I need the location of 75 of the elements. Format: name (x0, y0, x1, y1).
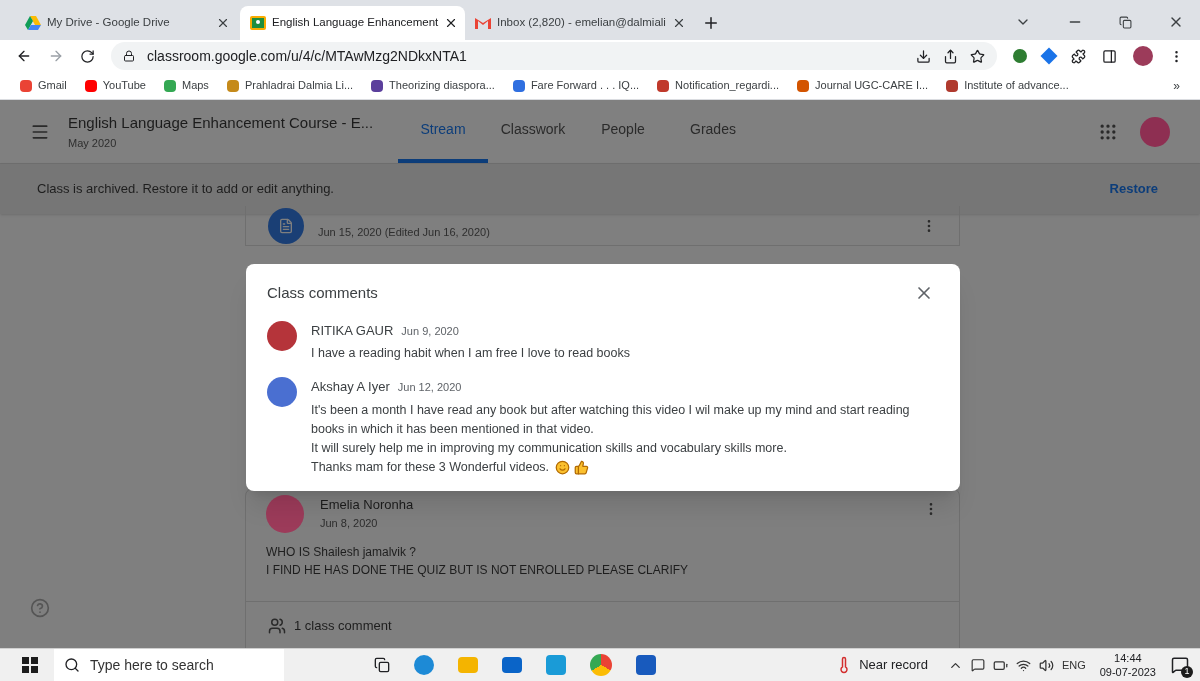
thumbs-up-icon (574, 459, 590, 475)
new-tab-icon[interactable] (702, 14, 720, 32)
comment-author: RITIKA GAUR (311, 321, 394, 340)
bookmark[interactable]: Theorizing diaspora... (371, 77, 495, 94)
class-title: English Language Enhancement Course - E... (68, 113, 375, 133)
tab-title: English Language Enhancement (272, 15, 439, 31)
bookmark[interactable]: Maps (163, 77, 209, 94)
bookmark-star-icon[interactable] (970, 48, 985, 64)
tray-app-icon[interactable] (970, 658, 985, 672)
search-placeholder: Type here to search (90, 655, 214, 675)
url-text: classroom.google.com/u/4/c/MTAwMzg2NDkxNTA1 (147, 46, 468, 66)
comment-date: Jun 9, 2020 (401, 323, 459, 339)
nav-tab[interactable]: People (578, 100, 668, 163)
notification-button[interactable]: 1 (1170, 655, 1190, 675)
extensions-icon[interactable] (1071, 48, 1086, 64)
bookmark[interactable]: Prahladrai Dalmia Li... (226, 77, 354, 94)
comment-date: Jun 12, 2020 (397, 380, 462, 395)
author-name: Emelia Noronha (320, 496, 415, 514)
drive-icon (25, 16, 41, 30)
address-field[interactable]: classroom.google.com/u/4/c/MTAwMzg2NDkxNTA1 (111, 42, 997, 70)
reload-icon[interactable] (80, 48, 95, 64)
clock-date[interactable]: 09-07-2023 (1099, 665, 1156, 679)
bookmark[interactable]: Gmail (20, 77, 67, 94)
comment-text: Thanks mam for these 3 Wonderful videos. (311, 458, 550, 476)
comment-text: It will surely help me in improving my communication skills and vocabulary skills more. (311, 439, 787, 457)
wifi-icon[interactable] (1015, 657, 1031, 673)
tab-title: My Drive - Google Drive (47, 15, 171, 31)
smiley-icon (555, 459, 571, 475)
dialog-title: Class comments (267, 283, 378, 303)
lock-icon (123, 50, 135, 62)
avatar (267, 377, 297, 407)
announcement-text: WHO IS Shailesh jamalvik ? (266, 544, 418, 561)
browser-tab[interactable]: English Language Enhancement (240, 6, 465, 40)
nav-tab[interactable]: Classwork (488, 100, 578, 163)
tab-title: Inbox (2,820) - emelian@dalmiali (497, 15, 666, 31)
post-date: Jun 8, 2020 (320, 515, 379, 531)
banner-text: Class is archived. Restore it to add or edit anything. (37, 180, 335, 199)
browser-tab[interactable]: My Drive - Google Drive (15, 6, 240, 40)
windows-start-icon[interactable] (22, 657, 38, 673)
comment-author: Akshay A Iyer (311, 378, 390, 396)
taskbar-search-field[interactable]: Type here to search (54, 649, 284, 681)
browser-tab[interactable]: Inbox (2,820) - emelian@dalmiali (465, 6, 690, 40)
announcement-text: I FIND HE HAS DONE THE QUIZ BUT IS NOT ENROLLED PLEASE CLARIFY (266, 562, 690, 579)
bookmark[interactable]: Journal UGC-CARE I... (797, 77, 929, 94)
post-date: Jun 15, 2020 (Edited Jun 16, 2020) (318, 225, 491, 241)
classroom-icon (250, 16, 266, 30)
class-comment-count[interactable]: 1 class comment (294, 615, 392, 636)
volume-icon[interactable] (1038, 657, 1054, 673)
avatar (267, 320, 297, 351)
restore-icon[interactable] (1119, 15, 1132, 29)
nav-tab[interactable]: Grades (668, 100, 758, 163)
avatar (1133, 46, 1153, 66)
comment-text: It's been a month I have read any book but after watching this video I wil make up my mind and start reading books in which it has been mentioned in that video. (311, 401, 911, 438)
language-indicator[interactable]: ENG (1061, 656, 1086, 674)
more-bookmarks-icon[interactable]: » (1173, 76, 1180, 95)
bookmark[interactable]: YouTube (84, 77, 146, 94)
close-icon[interactable] (216, 16, 230, 30)
side-panel-icon[interactable] (1102, 48, 1117, 64)
install-icon[interactable] (916, 48, 931, 64)
search-icon (64, 657, 80, 673)
avatar (1140, 116, 1170, 147)
comment-text: I have a reading habit when I am free I love to read books (311, 345, 630, 362)
clock-time[interactable]: 14:44 (1114, 651, 1142, 665)
notification-badge: 1 (1181, 666, 1193, 678)
avatar (266, 495, 304, 533)
bookmark[interactable]: Fare Forward . . . IQ... (512, 77, 640, 94)
people-icon (268, 616, 286, 635)
weather-text[interactable]: Near record (859, 655, 928, 675)
task-view-icon[interactable] (374, 657, 390, 673)
bookmark[interactable]: Institute of advance... (946, 77, 1069, 94)
mail-icon (475, 17, 491, 29)
share-icon[interactable] (943, 48, 958, 64)
bookmark[interactable]: Notification_regardi... (657, 77, 780, 94)
back-icon[interactable] (16, 48, 32, 64)
class-subtitle: May 2020 (68, 135, 118, 151)
